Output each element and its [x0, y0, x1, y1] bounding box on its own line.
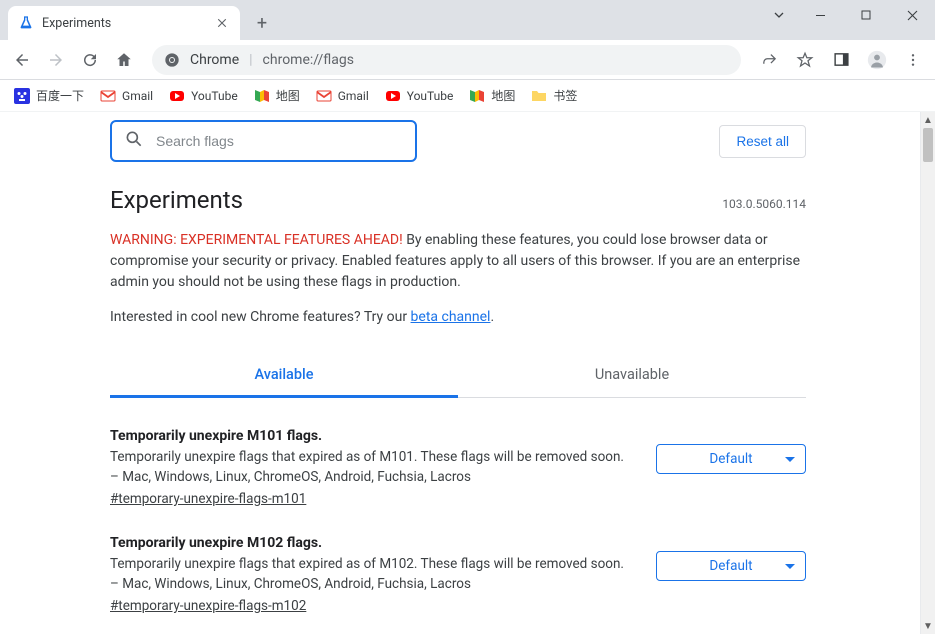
back-button[interactable]: [8, 46, 36, 74]
tab-title: Experiments: [42, 16, 214, 31]
bookmark-label: 百度一下: [36, 87, 84, 104]
youtube-icon: [385, 88, 401, 104]
new-tab-button[interactable]: +: [248, 9, 276, 37]
browser-tab[interactable]: Experiments: [8, 6, 240, 40]
gmail-icon: [100, 88, 116, 104]
baidu-icon: [14, 88, 30, 104]
scrollbar-down-icon[interactable]: ▼: [921, 618, 935, 634]
bookmark-baidu[interactable]: 百度一下: [8, 83, 90, 108]
flag-anchor-link[interactable]: #temporary-unexpire-flags-m102: [110, 598, 306, 614]
bookmark-label: 书签: [553, 87, 577, 104]
profile-avatar-icon[interactable]: [863, 46, 891, 74]
beta-channel-line: Interested in cool new Chrome features? …: [110, 309, 806, 325]
bookmark-maps-2[interactable]: 地图: [463, 83, 521, 108]
flag-state-select[interactable]: Default: [656, 444, 806, 474]
scrollbar-track[interactable]: ▲ ▼: [920, 112, 935, 634]
flag-state-select[interactable]: Default: [656, 551, 806, 581]
tab-available[interactable]: Available: [110, 354, 458, 398]
bookmark-gmail[interactable]: Gmail: [94, 84, 159, 108]
search-flags-input[interactable]: [156, 133, 403, 149]
bookmark-label: Gmail: [122, 89, 153, 103]
forward-button: [42, 46, 70, 74]
bookmark-folder[interactable]: 书签: [525, 83, 583, 108]
bookmark-label: 地图: [491, 87, 515, 104]
warning-text: WARNING: EXPERIMENTAL FEATURES AHEAD! By…: [110, 230, 806, 293]
flags-tabs: Available Unavailable: [110, 353, 806, 398]
bookmark-star-icon[interactable]: [791, 46, 819, 74]
maps-icon: [469, 88, 485, 104]
search-flags-box[interactable]: [110, 120, 417, 162]
bookmark-youtube[interactable]: YouTube: [163, 84, 244, 108]
gmail-icon: [316, 88, 332, 104]
flag-title: Temporarily unexpire M101 flags.: [110, 428, 632, 444]
chrome-icon: [164, 52, 180, 68]
menu-dots-icon[interactable]: [899, 46, 927, 74]
scrollbar-up-icon[interactable]: ▲: [921, 112, 935, 128]
home-button[interactable]: [110, 46, 138, 74]
share-icon[interactable]: [755, 46, 783, 74]
flag-anchor-link[interactable]: #temporary-unexpire-flags-m101: [110, 491, 306, 507]
flask-icon: [18, 15, 34, 31]
minimize-button[interactable]: [797, 0, 843, 30]
reset-all-button[interactable]: Reset all: [719, 125, 806, 158]
flag-description: Temporarily unexpire flags that expired …: [110, 555, 632, 594]
bookmarks-bar: 百度一下 Gmail YouTube 地图 Gmail YouTube 地图 书…: [0, 80, 935, 112]
bookmark-label: Gmail: [338, 89, 369, 103]
window-controls: [761, 0, 935, 30]
youtube-icon: [169, 88, 185, 104]
bookmark-youtube-2[interactable]: YouTube: [379, 84, 460, 108]
flag-item: Temporarily unexpire M102 flags. Tempora…: [110, 535, 806, 614]
tab-unavailable[interactable]: Unavailable: [458, 354, 806, 398]
flag-description: Temporarily unexpire flags that expired …: [110, 448, 632, 487]
bookmark-label: YouTube: [191, 89, 238, 103]
beta-channel-link[interactable]: beta channel: [411, 309, 491, 325]
reload-button[interactable]: [76, 46, 104, 74]
close-tab-icon[interactable]: [214, 15, 230, 31]
maps-icon: [254, 88, 270, 104]
window-titlebar: Experiments +: [0, 0, 935, 40]
tab-search-caret-icon[interactable]: [761, 0, 797, 30]
close-window-button[interactable]: [889, 0, 935, 30]
maximize-button[interactable]: [843, 0, 889, 30]
search-icon: [124, 129, 144, 153]
omnibox-text: Chrome | chrome://flags: [190, 52, 354, 68]
bookmark-maps[interactable]: 地图: [248, 83, 306, 108]
omnibox[interactable]: Chrome | chrome://flags: [152, 45, 741, 75]
scrollbar-thumb[interactable]: [923, 128, 933, 162]
flag-title: Temporarily unexpire M102 flags.: [110, 535, 632, 551]
page-title: Experiments: [110, 186, 243, 214]
side-panel-icon[interactable]: [827, 46, 855, 74]
page-content: Reset all Experiments 103.0.5060.114 WAR…: [0, 112, 920, 634]
bookmark-gmail-2[interactable]: Gmail: [310, 84, 375, 108]
bookmark-label: YouTube: [407, 89, 454, 103]
bookmark-label: 地图: [276, 87, 300, 104]
version-label: 103.0.5060.114: [722, 197, 806, 211]
toolbar: Chrome | chrome://flags: [0, 40, 935, 80]
flag-item: Temporarily unexpire M101 flags. Tempora…: [110, 428, 806, 507]
folder-icon: [531, 88, 547, 104]
